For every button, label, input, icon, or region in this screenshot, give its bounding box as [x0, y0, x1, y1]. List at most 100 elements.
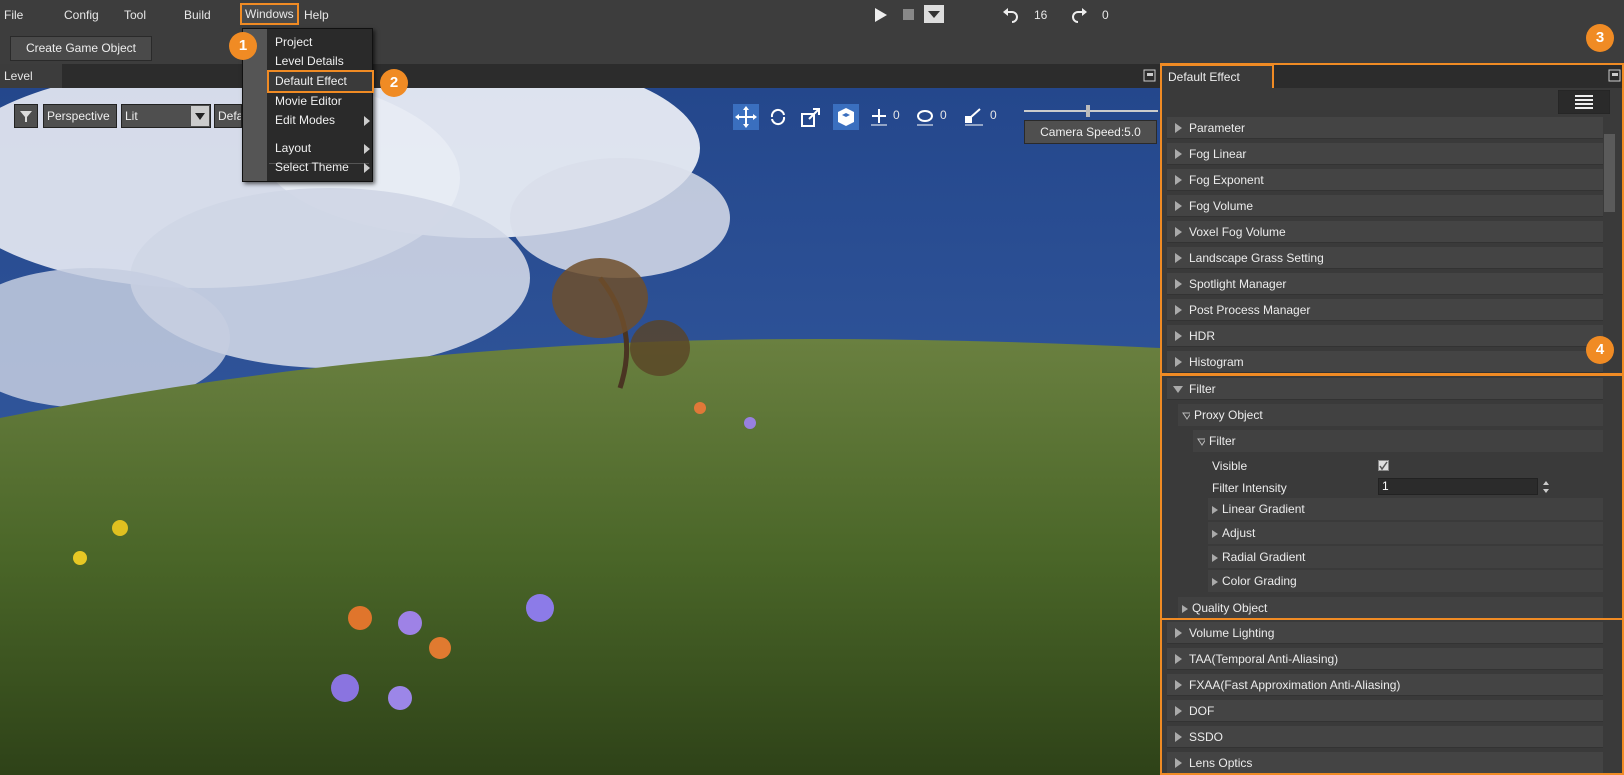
filter-intensity-input[interactable]: 1: [1378, 478, 1538, 495]
undo-count: 16: [1034, 8, 1048, 22]
menu-build[interactable]: Build: [184, 8, 211, 22]
menu-item-movie-editor[interactable]: Movie Editor: [269, 92, 372, 111]
inner-filter-row[interactable]: Filter: [1193, 430, 1603, 452]
play-options-icon[interactable]: [924, 5, 944, 23]
proxy-object-row[interactable]: Proxy Object: [1178, 404, 1603, 426]
camera-speed-slider[interactable]: [1024, 104, 1158, 118]
section-fog-exponent[interactable]: Fog Exponent: [1167, 169, 1603, 191]
section-spotlight-manager[interactable]: Spotlight Manager: [1167, 273, 1603, 295]
menu-item-level-details[interactable]: Level Details: [269, 52, 372, 71]
world-space-icon[interactable]: [833, 104, 859, 130]
chevron-down-icon: [191, 106, 209, 126]
menu-item-select-theme-label: Select Theme: [275, 160, 349, 174]
section-label: Volume Lighting: [1189, 626, 1275, 640]
rotate-snap-icon[interactable]: [915, 106, 935, 126]
section-fxaa[interactable]: FXAA(Fast Approximation Anti-Aliasing): [1167, 674, 1603, 696]
menu-file[interactable]: File: [4, 8, 23, 22]
section-label: TAA(Temporal Anti-Aliasing): [1189, 652, 1339, 666]
menu-windows[interactable]: Windows: [240, 3, 299, 25]
section-hdr[interactable]: HDR: [1167, 325, 1603, 347]
rotate-snap-value: 0: [940, 108, 947, 122]
section-histogram[interactable]: Histogram: [1167, 351, 1603, 373]
scrollbar-thumb[interactable]: [1604, 134, 1615, 212]
adjust-row[interactable]: Adjust: [1208, 522, 1603, 544]
tab-default-effect[interactable]: Default Effect: [1160, 64, 1274, 88]
adjust-label: Adjust: [1222, 526, 1256, 540]
expand-arrow-icon: [1175, 279, 1182, 289]
section-filter[interactable]: Filter: [1167, 378, 1603, 400]
expand-arrow-icon: [1175, 305, 1182, 315]
linear-gradient-label: Linear Gradient: [1222, 502, 1305, 516]
tab-level[interactable]: Level: [0, 64, 62, 88]
default-dropdown[interactable]: Defa: [214, 104, 242, 128]
filter-intensity-label: Filter Intensity: [1212, 481, 1287, 495]
scene-viewport[interactable]: [0, 88, 1160, 775]
landscape-scene-image: [0, 88, 1160, 775]
visible-checkbox[interactable]: [1378, 460, 1389, 471]
create-game-object-button[interactable]: Create Game Object: [10, 36, 152, 61]
stepper-icon[interactable]: [1541, 479, 1551, 495]
camera-speed-label: Camera Speed:5.0: [1024, 120, 1157, 144]
step-badge-3: 3: [1586, 24, 1614, 52]
move-snap-icon[interactable]: [869, 106, 889, 126]
menu-tool[interactable]: Tool: [124, 8, 146, 22]
menu-item-layout[interactable]: Layout: [269, 139, 372, 158]
radial-gradient-label: Radial Gradient: [1222, 550, 1306, 564]
viewport-menu-button[interactable]: [14, 104, 38, 128]
undo-icon[interactable]: [1002, 6, 1020, 24]
redo-icon[interactable]: [1070, 6, 1088, 24]
menu-item-select-theme[interactable]: Select Theme: [269, 158, 372, 177]
move-tool-icon[interactable]: [733, 104, 759, 130]
scale-snap-value: 0: [990, 108, 997, 122]
section-volume-lighting[interactable]: Volume Lighting: [1167, 622, 1603, 644]
section-label: FXAA(Fast Approximation Anti-Aliasing): [1189, 678, 1401, 692]
step-badge-4: 4: [1586, 336, 1614, 364]
collapse-arrow-icon: [1173, 386, 1183, 393]
menu-item-project[interactable]: Project: [269, 33, 372, 52]
quality-object-row[interactable]: Quality Object: [1178, 597, 1603, 619]
menu-config[interactable]: Config: [64, 8, 99, 22]
menu-item-default-effect[interactable]: Default Effect: [267, 70, 374, 93]
expand-arrow-icon: [1175, 253, 1182, 263]
section-label: HDR: [1189, 329, 1215, 343]
menu-item-edit-modes[interactable]: Edit Modes: [269, 111, 372, 130]
section-lens-optics[interactable]: Lens Optics: [1167, 752, 1603, 774]
expand-arrow-icon: [1212, 529, 1218, 538]
rotate-tool-icon[interactable]: [767, 106, 789, 128]
list-view-button[interactable]: [1558, 90, 1610, 114]
pin-icon[interactable]: [1143, 69, 1156, 82]
move-snap-value: 0: [893, 108, 900, 122]
linear-gradient-row[interactable]: Linear Gradient: [1208, 498, 1603, 520]
section-ssdo[interactable]: SSDO: [1167, 726, 1603, 748]
color-grading-row[interactable]: Color Grading: [1208, 570, 1603, 592]
menu-help[interactable]: Help: [304, 8, 329, 22]
proxy-object-label: Proxy Object: [1194, 408, 1263, 422]
checkmark-icon: [1379, 461, 1388, 471]
section-parameter[interactable]: Parameter: [1167, 117, 1603, 139]
play-icon[interactable]: [872, 7, 888, 23]
expand-arrow-icon: [1212, 505, 1218, 514]
section-label: Post Process Manager: [1189, 303, 1311, 317]
expand-arrow-icon: [1175, 123, 1182, 133]
section-label: SSDO: [1189, 730, 1224, 744]
expand-arrow-icon: [1175, 175, 1182, 185]
section-label: Voxel Fog Volume: [1189, 225, 1286, 239]
section-fog-volume[interactable]: Fog Volume: [1167, 195, 1603, 217]
section-post-process-manager[interactable]: Post Process Manager: [1167, 299, 1603, 321]
step-badge-1: 1: [229, 32, 257, 60]
lit-dropdown[interactable]: Lit: [121, 104, 211, 128]
color-grading-label: Color Grading: [1222, 574, 1297, 588]
section-dof[interactable]: DOF: [1167, 700, 1603, 722]
radial-gradient-row[interactable]: Radial Gradient: [1208, 546, 1603, 568]
scale-tool-icon[interactable]: [800, 106, 822, 128]
perspective-button[interactable]: Perspective: [43, 104, 117, 128]
stop-icon[interactable]: [902, 8, 916, 22]
scale-snap-icon[interactable]: [963, 106, 985, 126]
section-landscape-grass-setting[interactable]: Landscape Grass Setting: [1167, 247, 1603, 269]
section-voxel-fog-volume[interactable]: Voxel Fog Volume: [1167, 221, 1603, 243]
expand-arrow-icon: [1175, 149, 1182, 159]
section-fog-linear[interactable]: Fog Linear: [1167, 143, 1603, 165]
pin-icon[interactable]: [1608, 69, 1621, 82]
expand-arrow-icon: [1175, 628, 1182, 638]
section-taa[interactable]: TAA(Temporal Anti-Aliasing): [1167, 648, 1603, 670]
